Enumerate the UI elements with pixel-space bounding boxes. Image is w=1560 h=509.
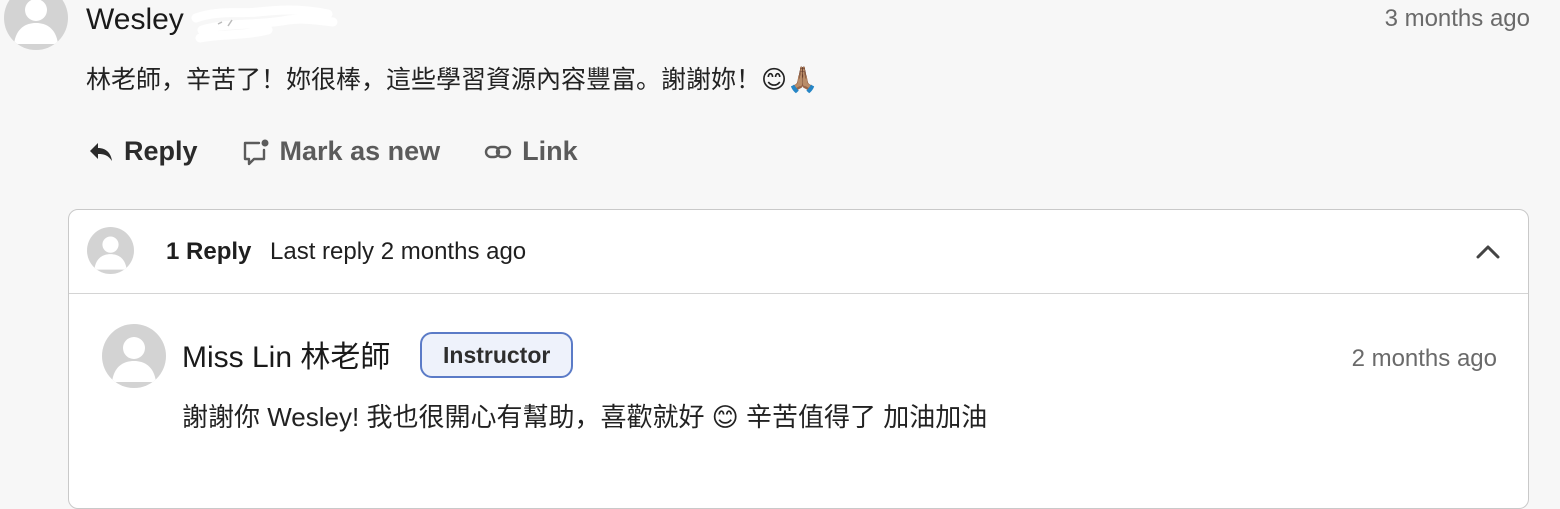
comment-actions: Reply Mark as new Link — [88, 136, 622, 167]
thread-header[interactable]: 1 Reply Last reply 2 months ago — [69, 210, 1528, 294]
chevron-up-icon[interactable] — [1474, 238, 1502, 266]
comment-author-name[interactable]: Wesley — [86, 2, 184, 38]
comment-dot-icon — [243, 139, 269, 165]
link-label: Link — [522, 136, 578, 166]
mark-as-new-label: Mark as new — [279, 136, 441, 166]
reply-timestamp: 2 months ago — [1351, 345, 1497, 372]
default-avatar-icon — [112, 337, 156, 382]
reply-thread: 1 Reply Last reply 2 months ago Miss Lin… — [68, 209, 1529, 509]
default-avatar-icon — [94, 236, 127, 270]
reply-count: 1 Reply — [166, 238, 252, 265]
link-icon — [484, 145, 512, 158]
reply-body: 謝謝你 Wesley! 我也很開心有幫助，喜歡就好 😊 辛苦值得了 加油加油 — [182, 402, 988, 432]
reply-label: Reply — [124, 136, 198, 166]
mark-as-new-button[interactable]: Mark as new — [242, 136, 441, 167]
avatar[interactable] — [102, 324, 166, 388]
last-reply-time: Last reply 2 months ago — [270, 238, 527, 265]
reply-author-name[interactable]: Miss Lin 林老師 — [182, 340, 390, 376]
comment-body: 林老師，辛苦了！妳很棒，這些學習資源內容豐富。謝謝妳！😊🙏🏽 — [86, 66, 819, 94]
avatar[interactable] — [4, 0, 68, 50]
reply-arrow-icon — [90, 142, 112, 161]
link-button[interactable]: Link — [484, 136, 578, 167]
reply-button[interactable]: Reply — [88, 136, 198, 167]
instructor-badge: Instructor — [420, 332, 574, 378]
avatar — [87, 227, 134, 274]
redaction-scribble — [191, 5, 338, 43]
default-avatar-icon — [14, 0, 58, 44]
comment-timestamp: 3 months ago — [1384, 5, 1530, 32]
